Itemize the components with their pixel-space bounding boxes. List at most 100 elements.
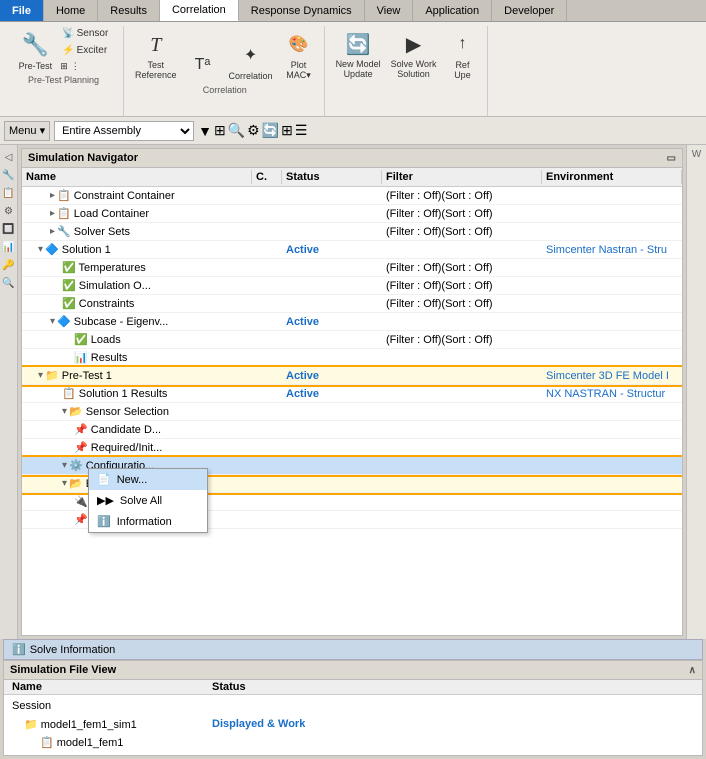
row-filter: [382, 411, 542, 413]
assembly-select[interactable]: Entire Assembly Selection: [54, 121, 194, 141]
table-row[interactable]: ✅ Temperatures (Filter : Off)(Sort : Off…: [22, 259, 682, 277]
sidebar-icon-8[interactable]: 🔍: [1, 275, 17, 291]
table-row[interactable]: ▸📋 Load Container (Filter : Off)(Sort : …: [22, 205, 682, 223]
menu-button[interactable]: Menu ▾: [4, 121, 50, 141]
table-row[interactable]: ▸🔧 Solver Sets (Filter : Off)(Sort : Off…: [22, 223, 682, 241]
correlation-btn[interactable]: ✦ Correlation: [226, 37, 276, 83]
test-ref-btn[interactable]: T TestReference: [132, 27, 180, 83]
row-filter: [382, 321, 542, 323]
row-name: 📊 Results: [22, 350, 252, 365]
content-area: Simulation Navigator ▭ Name C. Status Fi…: [18, 145, 686, 639]
sidebar-icon-1[interactable]: ◁: [1, 149, 17, 165]
col-env: Environment: [542, 170, 682, 184]
expand-all-icon[interactable]: ⊞: [281, 122, 293, 139]
row-c: [252, 195, 282, 197]
row-env: [542, 519, 682, 521]
list-item[interactable]: Session: [4, 697, 702, 715]
tab-correlation[interactable]: Correlation: [160, 0, 239, 21]
sidebar-icon-2[interactable]: 🔧: [1, 167, 17, 183]
navigator-collapse-btn[interactable]: ▭: [667, 153, 676, 164]
correlation-ta-btn[interactable]: Tᵃ: [184, 47, 222, 83]
simulation-file-view: Simulation File View ∧ Name Status Sessi…: [3, 660, 703, 756]
row-env: [542, 285, 682, 287]
settings-icon[interactable]: ⚙: [247, 122, 260, 139]
table-row[interactable]: ✅ Loads (Filter : Off)(Sort : Off): [22, 331, 682, 349]
filter-icon[interactable]: ▼: [198, 123, 212, 139]
exciter-btn[interactable]: ⚡ Exciter: [59, 43, 110, 58]
table-row[interactable]: 📋 Solution 1 Results Active NX NASTRAN -…: [22, 385, 682, 403]
table-row[interactable]: ▸📋 Constraint Container (Filter : Off)(S…: [22, 187, 682, 205]
tab-view[interactable]: View: [365, 0, 414, 21]
file-row-status: [204, 705, 702, 707]
expand-icon: ▾: [38, 370, 43, 381]
row-name: ✅ Temperatures: [22, 260, 252, 275]
extra-btn2[interactable]: ⋮: [70, 60, 81, 73]
sidebar-icon-3[interactable]: 📋: [1, 185, 17, 201]
sidebar-icon-4[interactable]: ⚙: [1, 203, 17, 219]
solve-work-btn[interactable]: ▶ Solve WorkSolution: [388, 26, 440, 82]
view-icon[interactable]: 🔍: [228, 122, 245, 139]
pretest1-row-status: Active: [282, 369, 382, 383]
col-filter: Filter: [382, 170, 542, 184]
row-name: ▸📋 Load Container: [22, 206, 252, 221]
ref-update-btn[interactable]: ↑ RefUpe: [443, 26, 481, 82]
list-item[interactable]: 📋 model1_fem1: [4, 733, 702, 751]
tab-application[interactable]: Application: [413, 0, 492, 21]
row-name: ▾🔷 Solution 1: [22, 242, 252, 257]
tab-developer[interactable]: Developer: [492, 0, 567, 21]
file-row-name: 📁 model1_fem1_sim1: [4, 717, 204, 732]
ctx-solve-label: Solve All: [120, 495, 162, 507]
right-icon-1[interactable]: W: [692, 145, 701, 160]
row-status: [282, 267, 382, 269]
extra-btn1[interactable]: ⊞: [59, 60, 69, 73]
row-status: [282, 231, 382, 233]
pretest-label: Pre-Test: [19, 61, 53, 71]
table-row[interactable]: 📌 Required/Init...: [22, 439, 682, 457]
sort-icon[interactable]: ⊞: [214, 122, 226, 139]
row-env: Simcenter Nastran - Stru: [542, 243, 682, 257]
sidebar-icon-7[interactable]: 🔑: [1, 257, 17, 273]
plot-mac-btn[interactable]: 🎨 PlotMAC▾: [280, 26, 318, 83]
correlation-icon: ✦: [235, 39, 267, 71]
solve-work-icon: ▶: [398, 28, 430, 60]
ctx-new[interactable]: 📄 New...: [89, 469, 207, 490]
table-row[interactable]: ▾🔷 Solution 1 Active Simcenter Nastran -…: [22, 241, 682, 259]
row-c: [252, 231, 282, 233]
ctx-solve-all[interactable]: ▶▶ Solve All: [89, 490, 207, 511]
table-row[interactable]: ▾📂 Sensor Selection: [22, 403, 682, 421]
tab-response-dynamics[interactable]: Response Dynamics: [239, 0, 365, 21]
table-row[interactable]: ✅ Constraints (Filter : Off)(Sort : Off): [22, 295, 682, 313]
table-row[interactable]: ▾📁 Pre-Test 1 Active Simcenter 3D FE Mod…: [22, 367, 682, 385]
extra-btns: ⊞ ⋮: [59, 60, 111, 73]
file-view-collapse-btn[interactable]: ∧: [689, 665, 696, 676]
table-row[interactable]: 📊 Results: [22, 349, 682, 367]
sidebar-icon-5[interactable]: 🔲: [1, 221, 17, 237]
collapse-all-icon[interactable]: ☰: [295, 122, 308, 139]
ctx-information[interactable]: ℹ️ Information: [89, 511, 207, 532]
sensor-btn[interactable]: 📡 Sensor: [59, 26, 111, 41]
solve-work-label: Solve WorkSolution: [391, 60, 437, 80]
test-ref-icon: T: [140, 29, 172, 61]
pretest1-row-name: ▾📁 Pre-Test 1: [22, 368, 252, 383]
model-items: 🔄 New ModelUpdate ▶ Solve WorkSolution ↑…: [333, 26, 482, 82]
row-status: [282, 429, 382, 431]
tab-home[interactable]: Home: [44, 0, 98, 21]
pretest-btn[interactable]: 🔧 Pre-Test: [16, 27, 56, 73]
table-row[interactable]: ✅ Simulation O... (Filter : Off)(Sort : …: [22, 277, 682, 295]
exciter-label: Exciter: [77, 45, 108, 56]
row-filter: [382, 393, 542, 395]
tab-file[interactable]: File: [0, 0, 44, 21]
sidebar-icon-6[interactable]: 📊: [1, 239, 17, 255]
table-row[interactable]: ▾🔷 Subcase - Eigenv... Active: [22, 313, 682, 331]
row-status: [282, 501, 382, 503]
tab-results[interactable]: Results: [98, 0, 160, 21]
table-row[interactable]: 📌 Candidate D...: [22, 421, 682, 439]
list-item[interactable]: 📁 model1_fem1_sim1 Displayed & Work: [4, 715, 702, 733]
file-row-name: Session: [4, 699, 204, 713]
ctx-info-label: Information: [117, 516, 172, 528]
new-model-update-btn[interactable]: 🔄 New ModelUpdate: [333, 26, 384, 82]
refresh-icon[interactable]: 🔄: [262, 122, 279, 139]
plot-mac-icon: 🎨: [283, 28, 315, 60]
row-c: [252, 393, 282, 395]
row-env: [542, 501, 682, 503]
